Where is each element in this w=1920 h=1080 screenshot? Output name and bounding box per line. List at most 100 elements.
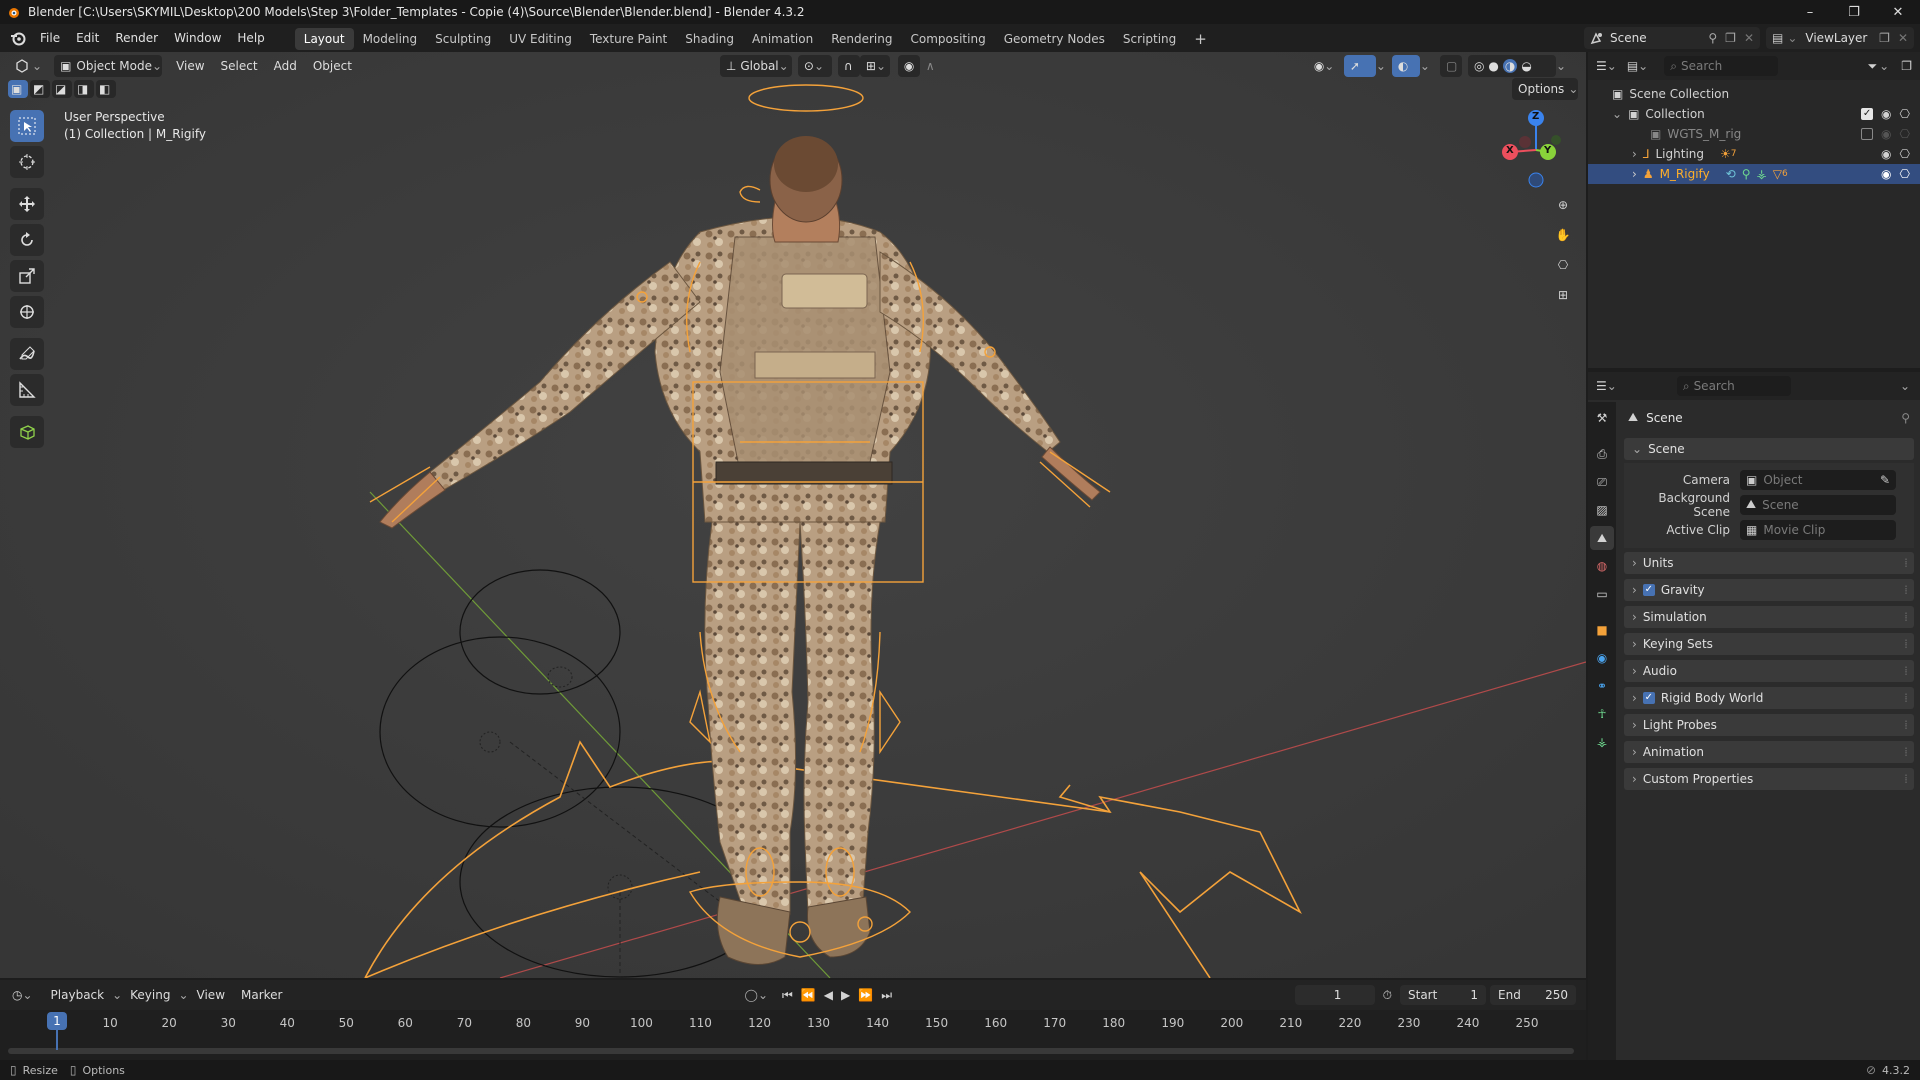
drag-handle-icon[interactable]: ⁞: [1904, 772, 1908, 786]
tab-object[interactable]: ■: [1590, 618, 1614, 642]
outliner-row-wgts[interactable]: ▣ WGTS_M_rig ◉ ⎔: [1588, 124, 1920, 144]
panel-animation[interactable]: › Animation ⁞: [1624, 741, 1914, 763]
menu-edit[interactable]: Edit: [68, 24, 107, 52]
delete-view-layer-icon[interactable]: ✕: [1898, 31, 1908, 45]
xray-toggle[interactable]: ▢: [1439, 55, 1462, 77]
wireframe-shading-icon[interactable]: ◎: [1474, 59, 1484, 73]
tab-view-layer[interactable]: ▨: [1590, 498, 1614, 522]
tab-sculpting[interactable]: Sculpting: [426, 28, 500, 50]
tab-scripting[interactable]: Scripting: [1114, 28, 1185, 50]
add-workspace-button[interactable]: +: [1185, 28, 1216, 50]
3d-viewport[interactable]: [0, 52, 1586, 978]
tab-constraints[interactable]: ⚭: [1590, 674, 1614, 698]
include-checkbox[interactable]: ✓: [1861, 108, 1874, 120]
transform-tool[interactable]: [10, 296, 44, 328]
close-button[interactable]: ✕: [1876, 0, 1920, 24]
select-intersect-icon[interactable]: ◧: [96, 80, 116, 98]
jump-end-icon[interactable]: ⏭: [881, 988, 892, 1003]
scene-selector[interactable]: Scene ⚲ ❐ ✕: [1584, 27, 1760, 49]
properties-search[interactable]: ⌕ Search: [1676, 376, 1791, 396]
play-icon[interactable]: ▶: [841, 988, 850, 1002]
active-clip-field[interactable]: ▦ Movie Clip: [1740, 519, 1896, 540]
delete-scene-icon[interactable]: ✕: [1744, 31, 1754, 45]
tab-rendering[interactable]: Rendering: [822, 28, 901, 50]
camera-view-button[interactable]: ⎔: [1550, 252, 1576, 278]
panel-checkbox[interactable]: ✓: [1642, 584, 1655, 596]
gizmo-toggle[interactable]: ➚: [1343, 55, 1376, 77]
tab-render[interactable]: ⎙: [1590, 442, 1614, 466]
tab-physics[interactable]: ◉: [1590, 646, 1614, 670]
render-camera-icon[interactable]: ⎔: [1900, 167, 1910, 181]
menu-marker[interactable]: Marker: [233, 988, 290, 1002]
timeline-scrollbar[interactable]: [8, 1048, 1574, 1054]
outliner-editor-icon[interactable]: ☰: [1596, 59, 1607, 73]
properties-editor-icon[interactable]: ☰: [1596, 379, 1607, 393]
menu-view[interactable]: View: [168, 59, 212, 73]
expand-icon[interactable]: ›: [1632, 167, 1637, 181]
outliner-row-m-rigify[interactable]: › ♟ M_Rigify ⟲ ⚲ ⚶ ▽ 6 ◉ ⎔: [1588, 164, 1920, 184]
select-extend-icon[interactable]: ◩: [30, 80, 50, 98]
scene-panel-header[interactable]: ⌄ Scene: [1624, 438, 1914, 460]
pin-icon[interactable]: ⚲: [1901, 411, 1910, 425]
snap-target-button[interactable]: ⊞ ⌄: [859, 55, 890, 77]
use-preview-range-icon[interactable]: ⏱: [1383, 988, 1392, 1003]
tab-world[interactable]: ◍: [1590, 554, 1614, 578]
record-icon[interactable]: ◯: [745, 988, 758, 1002]
drag-handle-icon[interactable]: ⁞: [1904, 610, 1908, 624]
panel-light-probes[interactable]: › Light Probes ⁞: [1624, 714, 1914, 736]
play-reverse-icon[interactable]: ◀: [824, 988, 833, 1002]
drag-handle-icon[interactable]: ⁞: [1904, 583, 1908, 597]
panel-units[interactable]: › Units ⁞: [1624, 552, 1914, 574]
tab-modeling[interactable]: Modeling: [354, 28, 427, 50]
render-camera-icon[interactable]: ⎔: [1900, 127, 1910, 141]
display-mode-icon[interactable]: ▤: [1627, 59, 1638, 73]
solid-shading-icon[interactable]: ●: [1488, 59, 1498, 73]
shading-selector[interactable]: ◎ ● ◑ ◒: [1467, 55, 1556, 77]
transform-orientation-selector[interactable]: ⊥ Global ⌄: [719, 55, 792, 77]
filter-icon[interactable]: ⏷: [1868, 59, 1878, 74]
visibility-eye-icon[interactable]: ◉: [1881, 107, 1891, 121]
visibility-button[interactable]: ◉ ⌄: [1308, 55, 1340, 77]
drag-handle-icon[interactable]: ⁞: [1904, 637, 1908, 651]
pin-icon[interactable]: ⚲: [1708, 31, 1717, 45]
render-camera-icon[interactable]: ⎔: [1900, 107, 1910, 121]
navigation-gizmo[interactable]: Z X Y: [1496, 110, 1576, 190]
panel-rigid-body-world[interactable]: › ✓ Rigid Body World ⁞: [1624, 687, 1914, 709]
outliner-row-lighting[interactable]: › ⅃ Lighting ☀ 7 ◉ ⎔: [1588, 144, 1920, 164]
tab-compositing[interactable]: Compositing: [901, 28, 994, 50]
menu-help[interactable]: Help: [229, 24, 272, 52]
eyedropper-icon[interactable]: ✎: [1880, 473, 1890, 487]
tab-bone[interactable]: ⚶: [1590, 730, 1614, 754]
rendered-shading-icon[interactable]: ◒: [1521, 59, 1531, 73]
menu-view[interactable]: View: [189, 988, 233, 1002]
current-frame-field[interactable]: 1: [1294, 985, 1375, 1005]
expand-icon[interactable]: ›: [1632, 147, 1637, 161]
background-scene-field[interactable]: ⛰ Scene: [1740, 494, 1896, 515]
menu-playback[interactable]: Playback: [43, 988, 113, 1002]
editor-type-button[interactable]: ⌄: [8, 55, 48, 77]
select-box-tool[interactable]: [10, 110, 44, 142]
proportional-edit-toggle[interactable]: ◉: [897, 55, 920, 77]
tab-uv-editing[interactable]: UV Editing: [500, 28, 581, 50]
snap-toggle[interactable]: ∩: [837, 55, 860, 77]
drag-handle-icon[interactable]: ⁞: [1904, 556, 1908, 570]
visibility-eye-icon[interactable]: ◉: [1881, 127, 1891, 141]
menu-render[interactable]: Render: [107, 24, 166, 52]
measure-tool[interactable]: [10, 374, 44, 406]
blender-menu-icon[interactable]: [10, 30, 26, 46]
pivot-point-button[interactable]: ⊙ ⌄: [797, 55, 832, 77]
menu-object[interactable]: Object: [305, 59, 360, 73]
menu-select[interactable]: Select: [213, 59, 266, 73]
new-scene-icon[interactable]: ❐: [1725, 31, 1736, 45]
visibility-eye-icon[interactable]: ◉: [1881, 147, 1891, 161]
panel-custom-properties[interactable]: › Custom Properties ⁞: [1624, 768, 1914, 790]
visibility-eye-icon[interactable]: ◉: [1881, 167, 1891, 181]
camera-field[interactable]: ▣ Object ✎: [1740, 469, 1896, 490]
material-shading-icon[interactable]: ◑: [1502, 59, 1518, 73]
pan-button[interactable]: ✋: [1550, 222, 1576, 248]
drag-handle-icon[interactable]: ⁞: [1904, 691, 1908, 705]
expand-icon[interactable]: ⌄: [1612, 107, 1622, 121]
end-frame-field[interactable]: End 250: [1490, 985, 1576, 1005]
overlay-toggle[interactable]: ◐: [1391, 55, 1420, 77]
cursor-tool[interactable]: [10, 146, 44, 178]
